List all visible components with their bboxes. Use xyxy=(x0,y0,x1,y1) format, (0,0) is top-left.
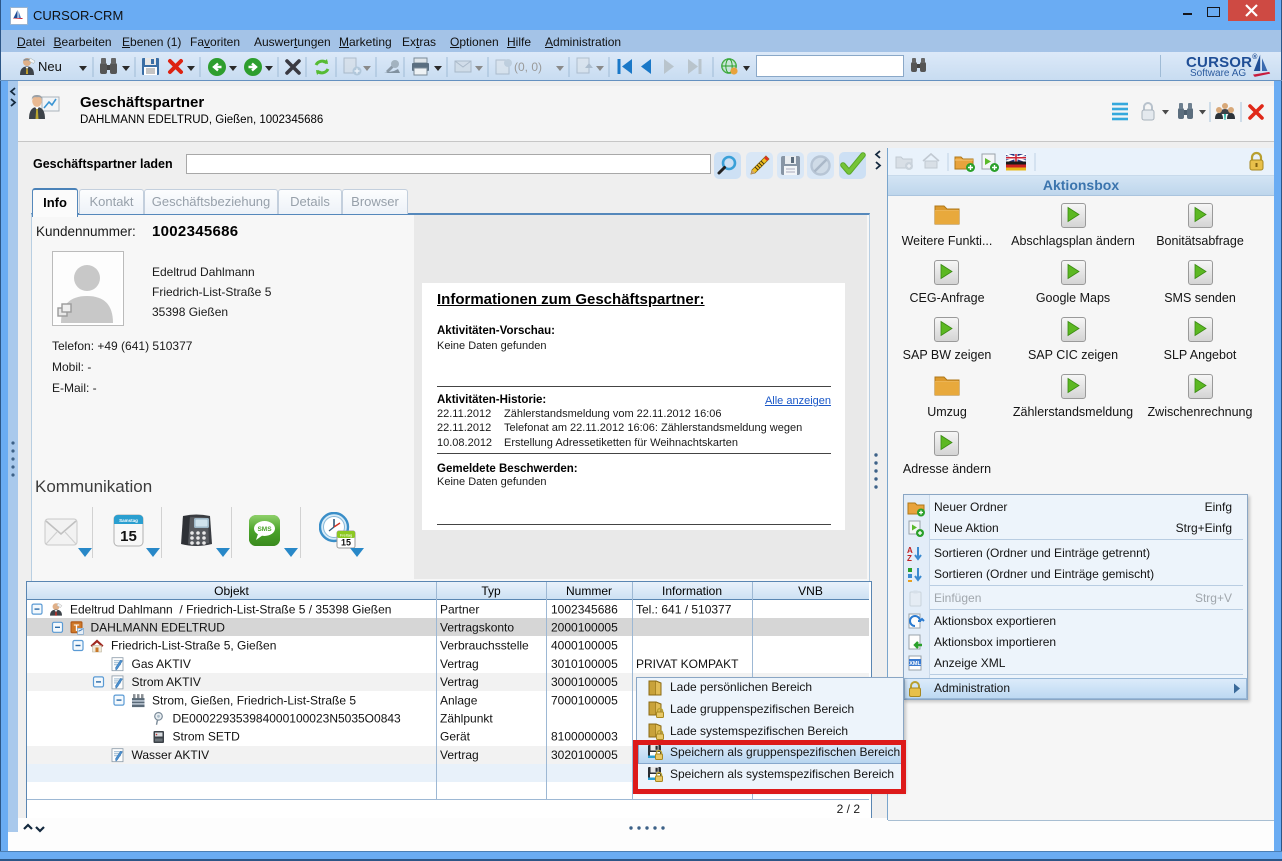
svg-text:7000100005: 7000100005 xyxy=(551,693,618,707)
svg-text:Wasser AKTIV: Wasser AKTIV xyxy=(132,748,210,762)
svg-text:Strom AKTIV: Strom AKTIV xyxy=(132,675,201,689)
svg-text:Friedrich-List-Straße 5, Gieße: Friedrich-List-Straße 5, Gießen xyxy=(111,639,276,653)
svg-text:DAHLMANN EDELTRUD: DAHLMANN EDELTRUD xyxy=(91,621,226,635)
svg-text:2000100005: 2000100005 xyxy=(551,621,618,635)
svg-text:Tel.: 641 / 510377: Tel.: 641 / 510377 xyxy=(636,602,732,616)
svg-text:Partner: Partner xyxy=(440,602,479,616)
svg-text:Vertragskonto: Vertragskonto xyxy=(440,621,514,635)
svg-text:3010100005: 3010100005 xyxy=(551,657,618,671)
svg-text:Gas AKTIV: Gas AKTIV xyxy=(132,657,191,671)
svg-text:Vertrag: Vertrag xyxy=(440,748,479,762)
svg-text:8100000003: 8100000003 xyxy=(551,730,618,744)
svg-text:Verbrauchsstelle: Verbrauchsstelle xyxy=(440,639,529,653)
svg-text:Edeltrud Dahlmann / Friedrich: Edeltrud Dahlmann / Friedrich-List-Straß… xyxy=(70,602,391,616)
svg-text:3000100005: 3000100005 xyxy=(551,675,618,689)
svg-text:XML: XML xyxy=(909,661,921,667)
svg-text:Anlage: Anlage xyxy=(440,693,478,707)
svg-text:Strom SETD: Strom SETD xyxy=(173,730,241,744)
svg-text:4000100005: 4000100005 xyxy=(551,639,618,653)
svg-text:3020100005: 3020100005 xyxy=(551,748,618,762)
svg-text:DE000229353984000100023N5035O0: DE000229353984000100023N5035O0843 xyxy=(173,712,402,726)
svg-text:Gerät: Gerät xyxy=(440,730,471,744)
svg-text:1002345686: 1002345686 xyxy=(551,602,618,616)
svg-text:Vertrag: Vertrag xyxy=(440,675,479,689)
svg-text:Z: Z xyxy=(907,554,912,563)
svg-text:Zählpunkt: Zählpunkt xyxy=(440,712,493,726)
svg-text:PRIVAT KOMPAKT: PRIVAT KOMPAKT xyxy=(636,657,739,671)
svg-text:Vertrag: Vertrag xyxy=(440,657,479,671)
svg-text:Strom, Gießen, Friedrich-List-: Strom, Gießen, Friedrich-List-Straße 5 xyxy=(152,693,356,707)
